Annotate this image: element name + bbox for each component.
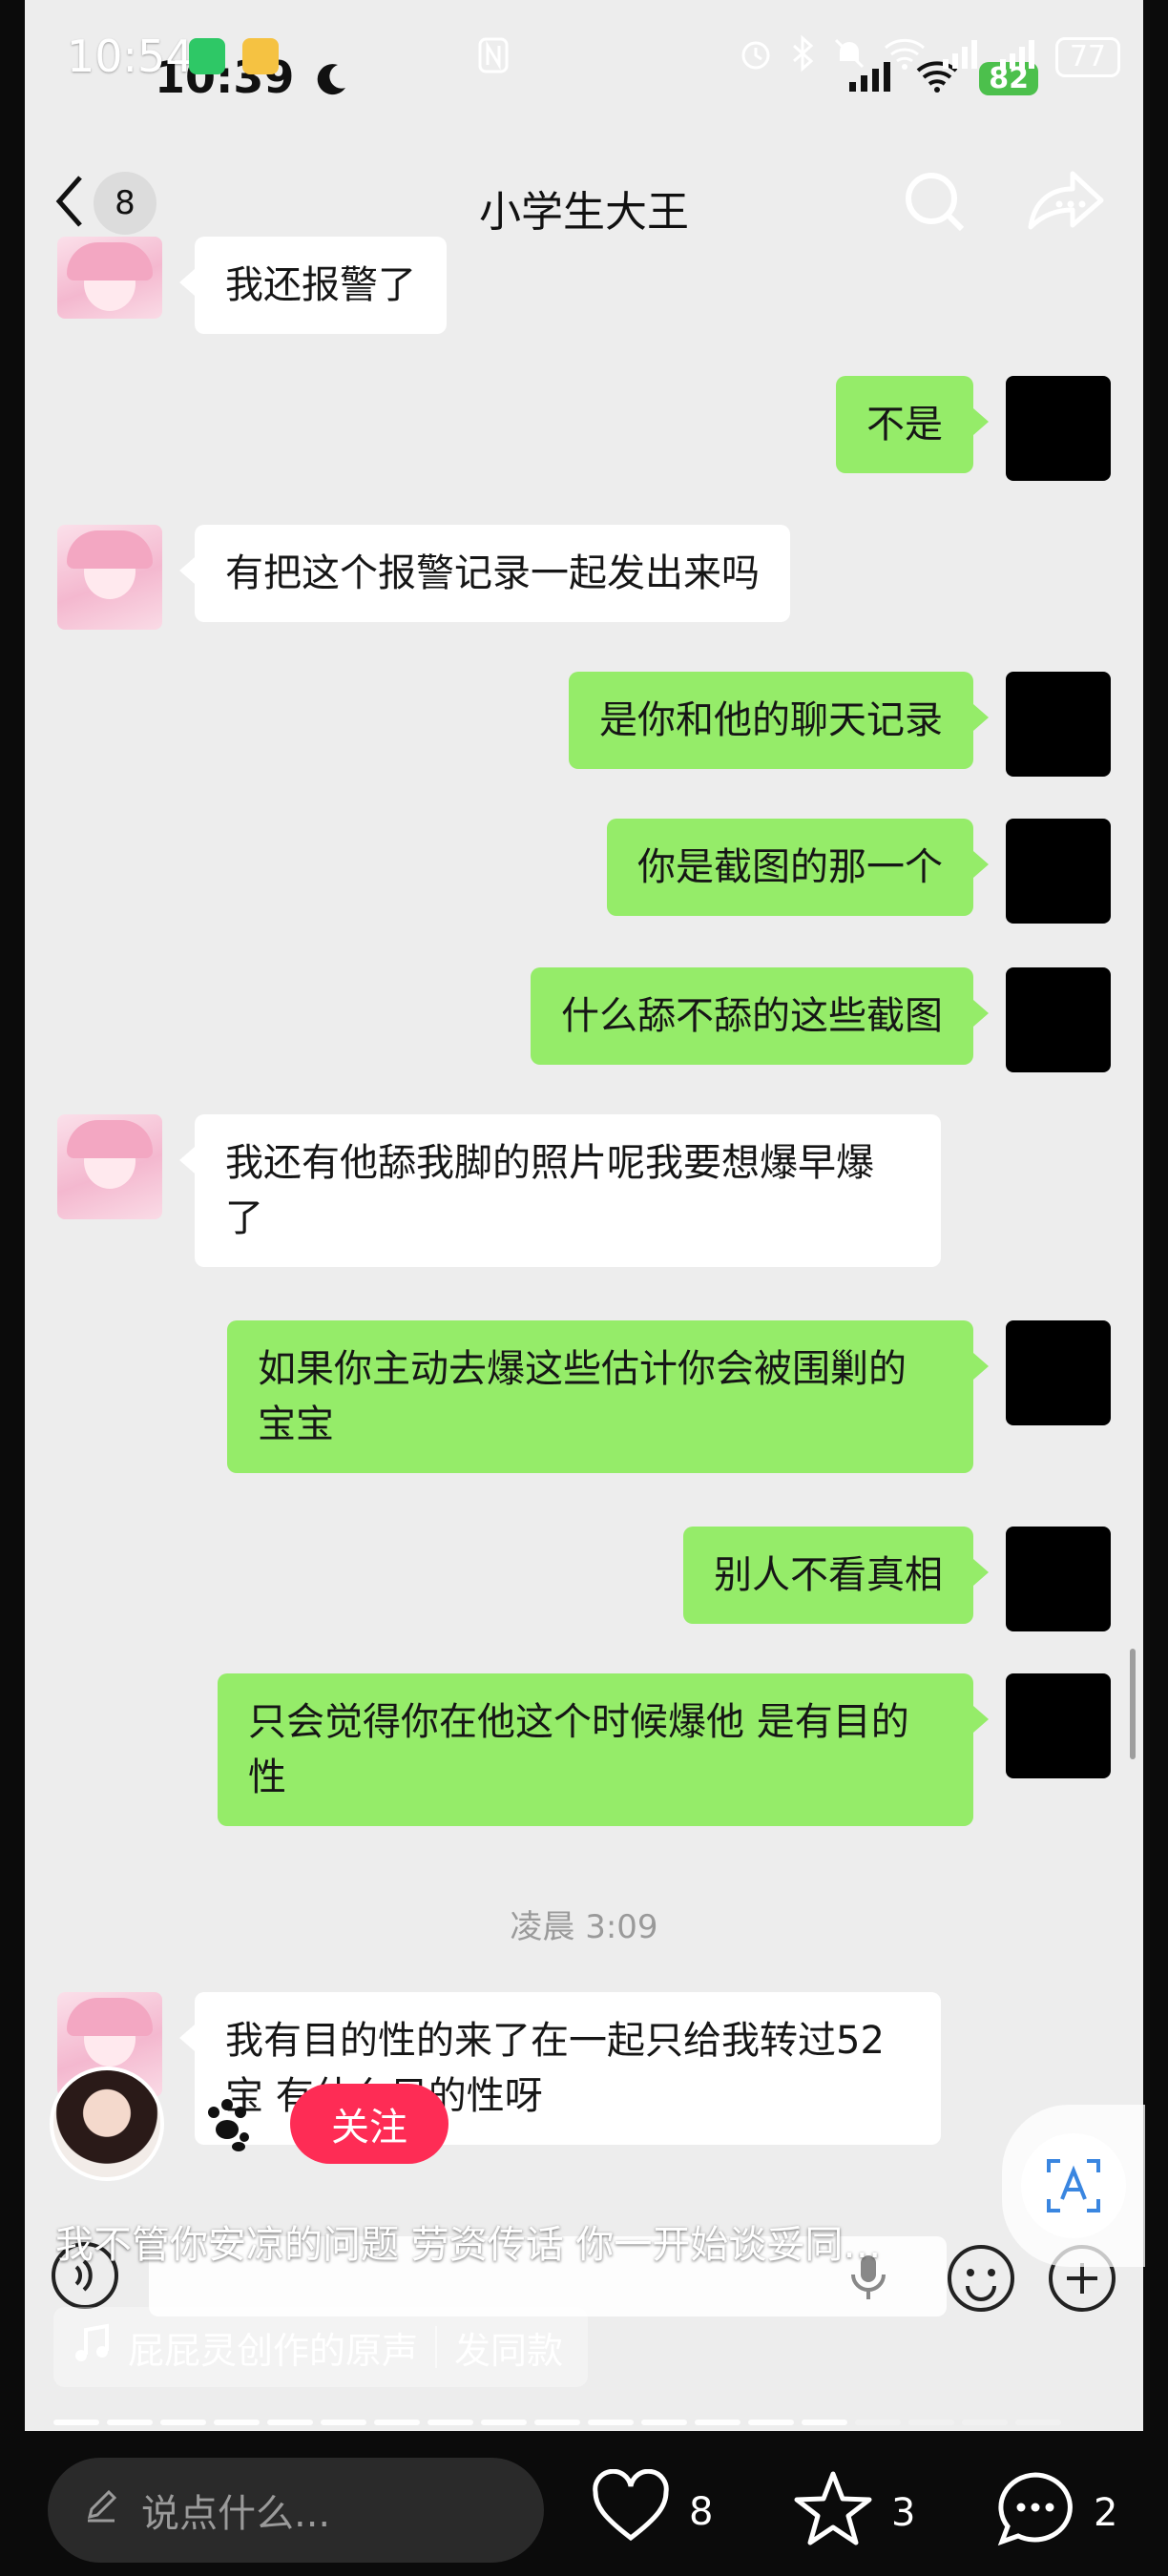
outer-status-bar: 10:54 77 (0, 0, 1168, 114)
follow-button[interactable]: 关注 (290, 2084, 448, 2164)
recorded-screen: 10:39 82 8 小学生大王 我还报警了 不是 有把这个报警记录一起发出来吗… (25, 0, 1143, 2431)
video-progress[interactable] (53, 2420, 1061, 2425)
progress-segment (267, 2420, 313, 2425)
self-avatar[interactable] (1006, 819, 1111, 924)
progress-segment (908, 2420, 954, 2425)
self-avatar[interactable] (1006, 1320, 1111, 1425)
message-bubble[interactable]: 如果你主动去爆这些估计你会被围剿的宝宝 (227, 1320, 989, 1473)
signal-icon (941, 36, 983, 78)
comment-input[interactable]: 说点什么... (48, 2458, 544, 2563)
progress-segment (1015, 2420, 1061, 2425)
outer-battery: 77 (1054, 37, 1120, 77)
progress-segment (748, 2420, 794, 2425)
message-bubble[interactable]: 我还有他舔我脚的照片呢我要想爆早爆了 (179, 1114, 941, 1267)
wechat-icon (189, 38, 225, 74)
contact-avatar[interactable] (57, 525, 162, 630)
wifi-icon (884, 36, 926, 78)
self-avatar[interactable] (1006, 672, 1111, 777)
music-note-icon (73, 2322, 111, 2373)
message-row: 不是 (836, 376, 1111, 481)
progress-segment (160, 2420, 206, 2425)
message-bubble[interactable]: 不是 (836, 376, 989, 473)
contact-avatar[interactable] (57, 237, 162, 319)
comment-button[interactable]: 2 (994, 2469, 1117, 2557)
message-row: 我有目的性的来了在一起只给我转过52宝 有什么目的性呀 (57, 1992, 941, 2145)
progress-segment (481, 2420, 527, 2425)
chat-title: 小学生大王 (479, 188, 689, 237)
paw-icon (200, 2095, 258, 2156)
heart-icon (590, 2468, 672, 2555)
message-row: 有把这个报警记录一起发出来吗 (57, 525, 790, 630)
message-row: 我还有他舔我脚的照片呢我要想爆早爆了 (57, 1114, 941, 1267)
comment-bubble-icon (994, 2469, 1076, 2557)
pencil-icon (82, 2486, 120, 2534)
message-bubble[interactable]: 是你和他的聊天记录 (569, 672, 989, 769)
search-icon[interactable] (901, 168, 968, 239)
message-bubble[interactable]: 别人不看真相 (683, 1527, 989, 1624)
contact-avatar[interactable] (57, 1114, 162, 1219)
self-avatar[interactable] (1006, 967, 1111, 1072)
progress-segment (53, 2420, 99, 2425)
progress-segment (962, 2420, 1008, 2425)
favorite-count: 3 (891, 2491, 916, 2535)
creator-avatar[interactable] (50, 2067, 164, 2181)
progress-segment (534, 2420, 580, 2425)
star-icon (792, 2469, 874, 2557)
nfc-icon (477, 36, 510, 82)
progress-segment (214, 2420, 260, 2425)
bottom-action-bar: 说点什么... 8 3 2 (0, 2442, 1168, 2576)
message-row: 我还报警了 (57, 237, 447, 334)
message-bubble[interactable]: 什么舔不舔的这些截图 (531, 967, 989, 1065)
message-row: 什么舔不舔的这些截图 (531, 967, 1111, 1072)
message-row: 如果你主动去爆这些估计你会被围剿的宝宝 (227, 1320, 1111, 1473)
progress-segment (855, 2420, 901, 2425)
progress-segment (802, 2420, 847, 2425)
bluetooth-icon (790, 34, 815, 80)
music-separator (435, 2326, 438, 2368)
share-icon[interactable] (1025, 168, 1105, 239)
message-row: 你是截图的那一个 (607, 819, 1111, 924)
chat-timestamp: 凌晨 3:09 (510, 1908, 658, 1946)
outer-status-right: 77 (478, 34, 1120, 80)
creator-avatar-image (50, 2067, 164, 2181)
like-button[interactable]: 8 (590, 2468, 714, 2555)
message-bubble[interactable]: 有把这个报警记录一起发出来吗 (179, 525, 790, 622)
progress-segment (588, 2420, 634, 2425)
message-row: 是你和他的聊天记录 (569, 672, 1111, 777)
progress-segment (641, 2420, 687, 2425)
text-recognition-icon (1047, 2159, 1100, 2212)
comment-count: 2 (1094, 2491, 1118, 2535)
scrollbar[interactable] (1130, 1649, 1136, 1759)
outer-status-time: 10:54 (67, 31, 194, 82)
music-tag[interactable]: 屁屁灵创作的原声 发同款 (53, 2307, 589, 2387)
weibo-icon (242, 38, 279, 74)
message-bubble[interactable]: 只会觉得你在他这个时候爆他 是有目的性 (218, 1673, 989, 1826)
message-bubble[interactable]: 我还报警了 (179, 237, 447, 334)
message-row: 只会觉得你在他这个时候爆他 是有目的性 (218, 1673, 1111, 1826)
like-count: 8 (689, 2490, 714, 2534)
progress-segment (374, 2420, 420, 2425)
progress-segment (695, 2420, 740, 2425)
message-row: 别人不看真相 (683, 1527, 1111, 1631)
video-caption[interactable]: 我不管你安凉的问题 劳资传话 你一开始谈妥同… (55, 2213, 1038, 2269)
music-source: 屁屁灵创作的原声 (128, 2329, 419, 2372)
progress-segment (428, 2420, 473, 2425)
comment-placeholder: 说点什么... (141, 2492, 331, 2536)
message-bubble[interactable]: 你是截图的那一个 (607, 819, 989, 916)
mute-icon (830, 34, 868, 80)
use-sound-link[interactable]: 发同款 (454, 2321, 563, 2374)
alarm-icon (737, 34, 775, 80)
notification-icons (189, 38, 279, 74)
self-avatar[interactable] (1006, 1673, 1111, 1778)
self-avatar[interactable] (1006, 376, 1111, 481)
favorite-button[interactable]: 3 (792, 2469, 915, 2557)
signal-icon-2 (998, 36, 1040, 78)
progress-segment (321, 2420, 366, 2425)
progress-segment (107, 2420, 153, 2425)
self-avatar[interactable] (1006, 1527, 1111, 1631)
